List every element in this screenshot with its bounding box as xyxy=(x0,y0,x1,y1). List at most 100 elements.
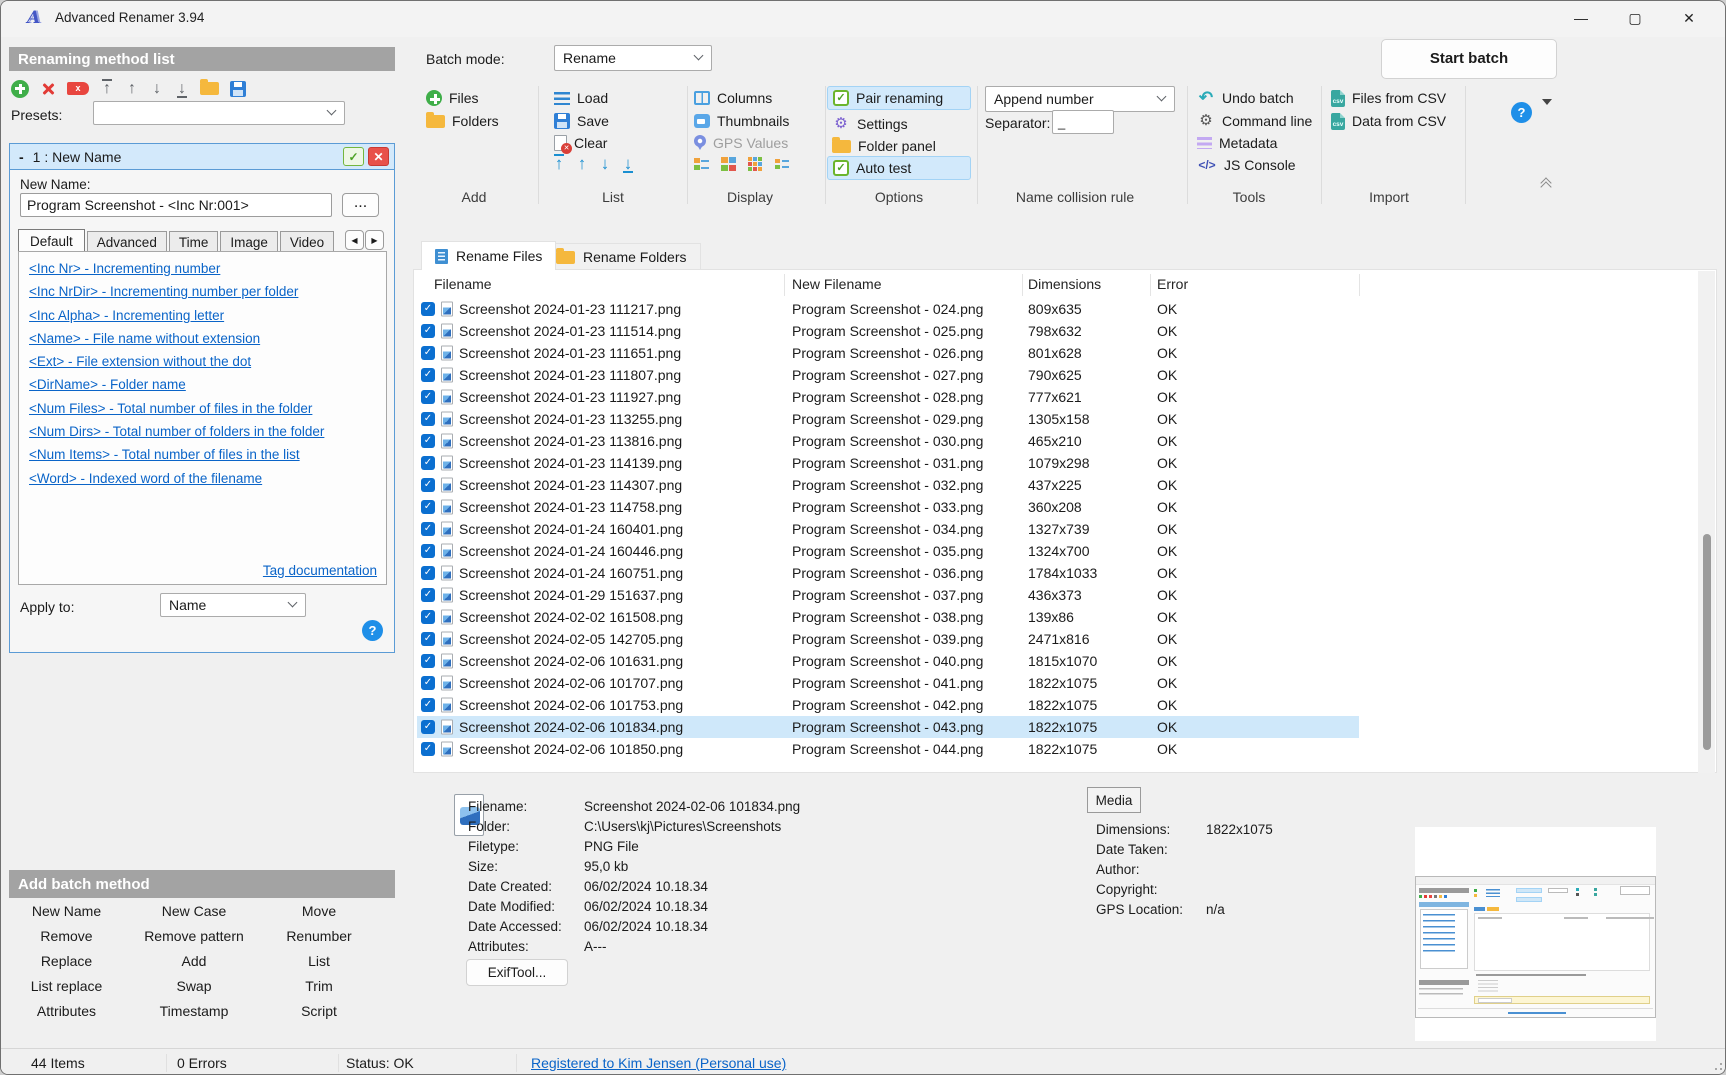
batch-method-timestamp[interactable]: Timestamp xyxy=(124,1003,264,1019)
move-down-icon[interactable]: ↓ xyxy=(598,154,612,173)
row-checkbox[interactable]: ✓ xyxy=(421,632,435,646)
pair-renaming-toggle[interactable]: ✓Pair renaming xyxy=(827,86,971,110)
row-checkbox[interactable]: ✓ xyxy=(421,742,435,756)
undo-batch-button[interactable]: ↶Undo batch xyxy=(1197,88,1294,108)
start-batch-button[interactable]: Start batch xyxy=(1381,39,1557,79)
table-row[interactable]: ✓Screenshot 2024-01-23 111807.pngProgram… xyxy=(417,364,1696,386)
move-bottom-icon[interactable]: ↓ xyxy=(621,154,635,173)
batch-method-renumber[interactable]: Renumber xyxy=(264,928,374,944)
row-checkbox[interactable]: ✓ xyxy=(421,698,435,712)
view-list-icon[interactable] xyxy=(775,157,790,171)
tab-rename-folders[interactable]: Rename Folders xyxy=(542,243,701,270)
tag-link[interactable]: <Ext> - File extension without the dot xyxy=(29,354,386,369)
method-panel-header[interactable]: - 1 : New Name ✓ ✕ xyxy=(10,144,394,170)
add-files-button[interactable]: Files xyxy=(426,88,479,108)
row-checkbox[interactable]: ✓ xyxy=(421,720,435,734)
table-scrollbar[interactable] xyxy=(1698,271,1715,773)
move-top-icon[interactable]: ↑ xyxy=(552,154,566,173)
row-checkbox[interactable]: ✓ xyxy=(421,654,435,668)
tag-link[interactable]: <Word> - Indexed word of the filename xyxy=(29,471,386,486)
tab-scroll-left-icon[interactable]: ◀ xyxy=(345,230,364,250)
row-checkbox[interactable]: ✓ xyxy=(421,324,435,338)
display-thumbnails-button[interactable]: Thumbnails xyxy=(694,111,789,131)
command-line-button[interactable]: ⚙Command line xyxy=(1197,111,1312,131)
row-checkbox[interactable]: ✓ xyxy=(421,412,435,426)
help-icon[interactable]: ? xyxy=(1511,102,1532,123)
exiftool-button[interactable]: ExifTool... xyxy=(466,959,568,986)
table-row[interactable]: ✓Screenshot 2024-01-23 113816.pngProgram… xyxy=(417,430,1696,452)
display-columns-button[interactable]: Columns xyxy=(694,88,772,108)
table-row[interactable]: ✓Screenshot 2024-01-24 160401.pngProgram… xyxy=(417,518,1696,540)
batch-method-trim[interactable]: Trim xyxy=(264,978,374,994)
tab-scroll-right-icon[interactable]: ▶ xyxy=(365,230,384,250)
table-row[interactable]: ✓Screenshot 2024-01-23 114758.pngProgram… xyxy=(417,496,1696,518)
apply-to-dropdown[interactable]: Name xyxy=(160,593,306,617)
move-up-icon[interactable]: ↑ xyxy=(125,79,139,98)
batch-method-add[interactable]: Add xyxy=(124,953,264,969)
table-row[interactable]: ✓Screenshot 2024-01-23 111651.pngProgram… xyxy=(417,342,1696,364)
row-checkbox[interactable]: ✓ xyxy=(421,588,435,602)
column-header-error[interactable]: Error xyxy=(1157,276,1188,292)
table-row[interactable]: ✓Screenshot 2024-01-23 114139.pngProgram… xyxy=(417,452,1696,474)
row-checkbox[interactable]: ✓ xyxy=(421,500,435,514)
tab-rename-files[interactable]: Rename Files xyxy=(421,241,556,270)
tag-link[interactable]: <Num Dirs> - Total number of folders in … xyxy=(29,424,386,439)
collapse-method-icon[interactable]: - xyxy=(19,149,24,165)
clear-methods-icon[interactable]: x xyxy=(67,82,89,95)
table-row[interactable]: ✓Screenshot 2024-01-23 111514.pngProgram… xyxy=(417,320,1696,342)
collapse-ribbon-icon[interactable] xyxy=(1540,178,1552,189)
batch-method-list-replace[interactable]: List replace xyxy=(9,978,124,994)
table-row[interactable]: ✓Screenshot 2024-01-24 160446.pngProgram… xyxy=(417,540,1696,562)
tag-link[interactable]: <Name> - File name without extension xyxy=(29,331,386,346)
table-row[interactable]: ✓Screenshot 2024-01-23 111217.pngProgram… xyxy=(417,298,1696,320)
list-load-button[interactable]: Load xyxy=(554,88,608,108)
row-checkbox[interactable]: ✓ xyxy=(421,346,435,360)
row-checkbox[interactable]: ✓ xyxy=(421,390,435,404)
batch-mode-dropdown[interactable]: Rename xyxy=(554,45,712,71)
js-console-button[interactable]: </>JS Console xyxy=(1197,155,1296,175)
display-gps-button[interactable]: GPS Values xyxy=(694,133,788,153)
close-button[interactable]: ✕ xyxy=(1666,1,1712,36)
column-divider[interactable] xyxy=(784,274,785,296)
view-grid-icon[interactable] xyxy=(748,157,763,171)
files-from-csv-button[interactable]: csvFiles from CSV xyxy=(1331,88,1446,108)
batch-method-script[interactable]: Script xyxy=(264,1003,374,1019)
row-checkbox[interactable]: ✓ xyxy=(421,302,435,316)
column-divider[interactable] xyxy=(1150,274,1151,296)
batch-method-swap[interactable]: Swap xyxy=(124,978,264,994)
tag-link[interactable]: <Inc Alpha> - Incrementing letter xyxy=(29,308,386,323)
move-up-icon[interactable]: ↑ xyxy=(575,154,589,173)
maximize-button[interactable]: ▢ xyxy=(1612,1,1658,36)
table-row[interactable]: ✓Screenshot 2024-01-29 151637.pngProgram… xyxy=(417,584,1696,606)
list-clear-button[interactable]: Clear xyxy=(554,133,607,153)
table-row[interactable]: ✓Screenshot 2024-02-06 101834.pngProgram… xyxy=(417,716,1696,738)
row-checkbox[interactable]: ✓ xyxy=(421,566,435,580)
separator-input[interactable]: _ xyxy=(1052,110,1114,134)
table-row[interactable]: ✓Screenshot 2024-01-23 111927.pngProgram… xyxy=(417,386,1696,408)
table-row[interactable]: ✓Screenshot 2024-02-06 101631.pngProgram… xyxy=(417,650,1696,672)
batch-method-attributes[interactable]: Attributes xyxy=(9,1003,124,1019)
minimize-button[interactable]: — xyxy=(1558,1,1604,36)
save-preset-icon[interactable] xyxy=(230,81,246,97)
collision-rule-dropdown[interactable]: Append number xyxy=(985,86,1175,112)
row-checkbox[interactable]: ✓ xyxy=(421,676,435,690)
table-row[interactable]: ✓Screenshot 2024-02-06 101753.pngProgram… xyxy=(417,694,1696,716)
row-checkbox[interactable]: ✓ xyxy=(421,544,435,558)
move-down-icon[interactable]: ↓ xyxy=(150,79,164,98)
table-row[interactable]: ✓Screenshot 2024-02-06 101850.pngProgram… xyxy=(417,738,1696,760)
browse-tags-button[interactable]: ... xyxy=(342,193,379,217)
tag-documentation-link[interactable]: Tag documentation xyxy=(263,563,377,578)
add-folders-button[interactable]: Folders xyxy=(426,111,499,131)
list-save-button[interactable]: Save xyxy=(554,111,609,131)
open-preset-icon[interactable] xyxy=(200,82,219,95)
method-enabled-checkbox[interactable]: ✓ xyxy=(343,147,364,166)
table-row[interactable]: ✓Screenshot 2024-02-02 161508.pngProgram… xyxy=(417,606,1696,628)
tag-link[interactable]: <Inc Nr> - Incrementing number xyxy=(29,261,386,276)
presets-dropdown[interactable] xyxy=(93,101,345,125)
method-help-icon[interactable]: ? xyxy=(362,620,383,641)
row-checkbox[interactable]: ✓ xyxy=(421,522,435,536)
table-row[interactable]: ✓Screenshot 2024-02-06 101707.pngProgram… xyxy=(417,672,1696,694)
remove-method-icon[interactable] xyxy=(40,81,56,97)
batch-method-new-case[interactable]: New Case xyxy=(124,903,264,919)
auto-test-toggle[interactable]: ✓Auto test xyxy=(827,156,971,180)
